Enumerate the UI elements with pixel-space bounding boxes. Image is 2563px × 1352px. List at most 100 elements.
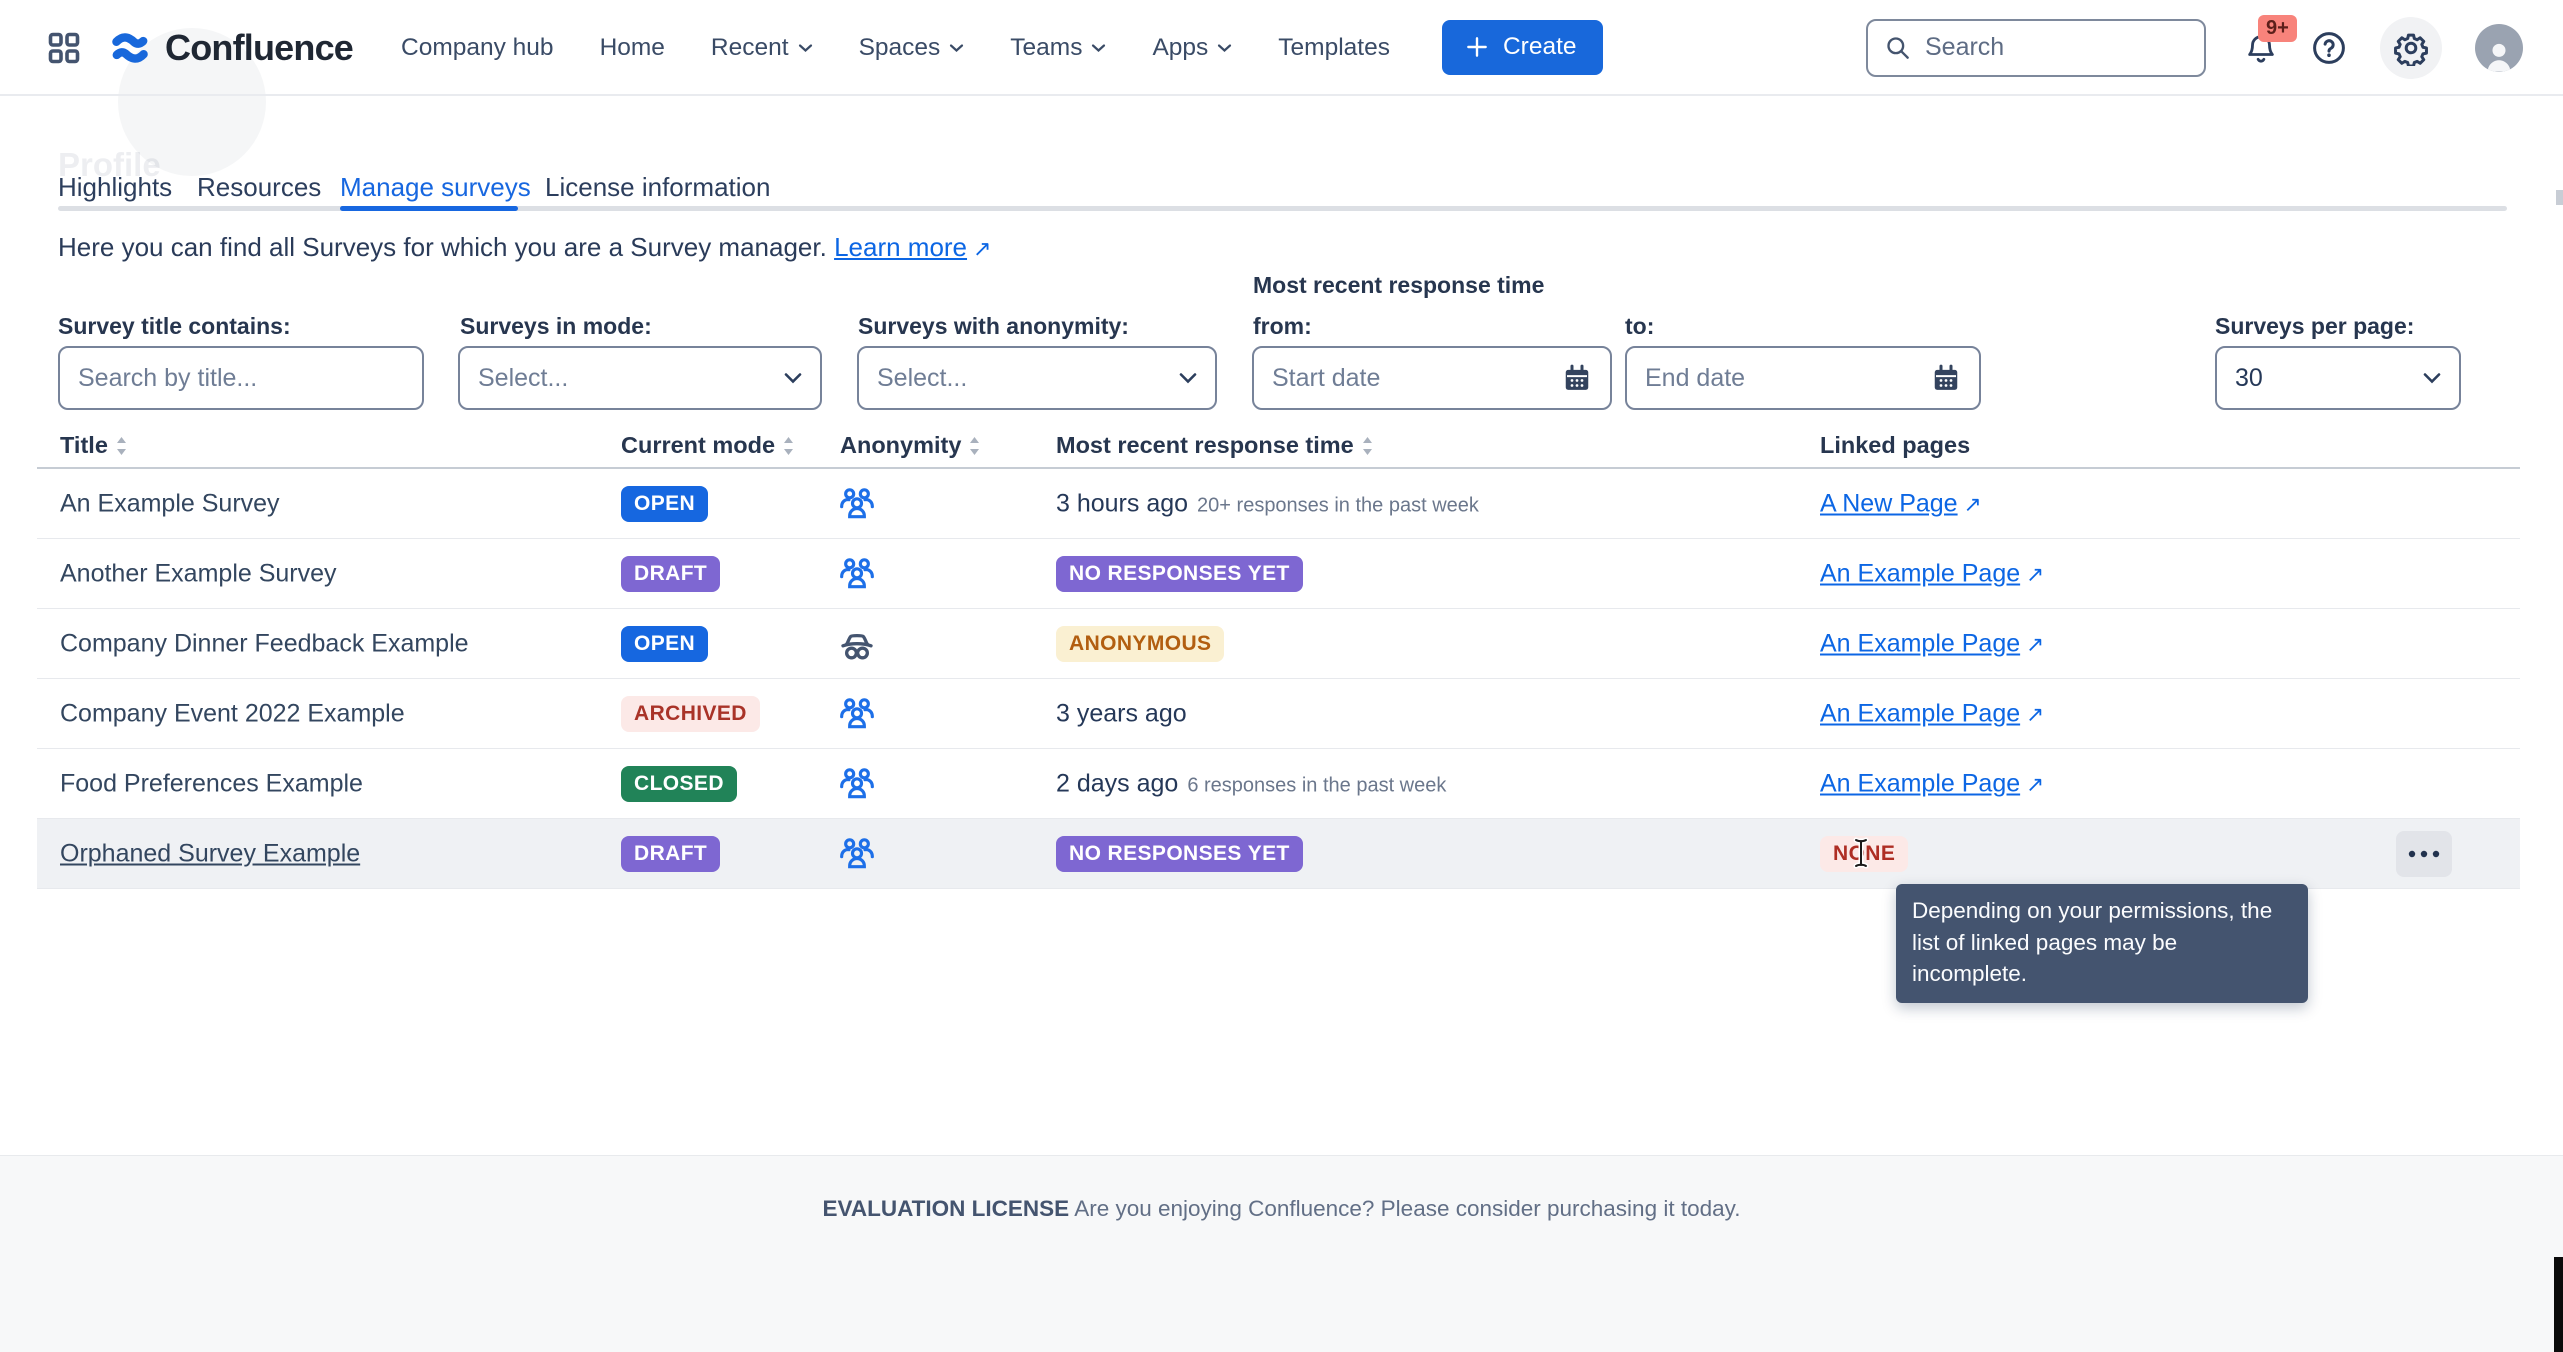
app-switcher-icon[interactable] <box>46 30 82 66</box>
chevron-down-icon <box>798 43 813 53</box>
top-navigation: Confluence Company hub Home Recent Space… <box>0 0 2563 95</box>
nav-item-recent[interactable]: Recent <box>711 34 813 62</box>
group-anonymity-icon <box>837 694 877 734</box>
create-button[interactable]: Create <box>1442 20 1603 75</box>
learn-more-link[interactable]: Learn more <box>834 232 967 262</box>
recent-response-detail: 6 responses in the past week <box>1187 774 1446 796</box>
chevron-down-icon <box>784 372 802 384</box>
user-avatar[interactable] <box>2475 24 2523 72</box>
table-row: Food Preferences Example CLOSED 2 days a… <box>37 749 2520 819</box>
calendar-icon[interactable] <box>1931 363 1961 393</box>
tab-license-information[interactable]: License information <box>545 172 770 203</box>
survey-title[interactable]: Orphaned Survey Example <box>60 839 360 868</box>
nav-item-spaces[interactable]: Spaces <box>859 34 965 62</box>
search-placeholder: Search <box>1925 33 2004 62</box>
linked-page-link[interactable]: A New Page <box>1820 489 1958 517</box>
filter-title-label: Survey title contains: <box>58 313 291 340</box>
settings-button[interactable] <box>2380 17 2442 79</box>
external-link-icon: ↗ <box>2026 632 2044 657</box>
table-row: Company Dinner Feedback Example OPEN ANO… <box>37 609 2520 679</box>
notification-count-badge: 9+ <box>2258 15 2297 42</box>
survey-title[interactable]: Company Dinner Feedback Example <box>60 629 469 658</box>
anonymous-badge: ANONYMOUS <box>1056 625 1224 661</box>
filter-recent-group-label: Most recent response time <box>1253 272 1544 299</box>
notifications-button[interactable]: 9+ <box>2244 31 2278 65</box>
mode-badge: ARCHIVED <box>621 695 760 731</box>
confluence-logo-icon <box>108 26 152 70</box>
utility-icons: 9+ <box>2244 17 2523 79</box>
filter-anonymity-select[interactable]: Select... <box>857 346 1217 410</box>
nav-item-templates[interactable]: Templates <box>1278 34 1390 62</box>
linked-page-link[interactable]: An Example Page <box>1820 699 2020 727</box>
recent-response-time: 2 days ago <box>1056 769 1178 797</box>
license-label: EVALUATION LICENSE <box>823 1196 1070 1221</box>
filter-anonymity-label: Surveys with anonymity: <box>858 313 1129 340</box>
tab-highlights[interactable]: Highlights <box>58 172 172 203</box>
external-link-icon: ↗ <box>2026 562 2044 587</box>
page-description: Here you can find all Surveys for which … <box>58 232 992 263</box>
nav-menu: Company hub Home Recent Spaces Teams App… <box>401 34 1390 62</box>
incognito-anonymity-icon <box>837 624 877 664</box>
filter-per-page-select[interactable]: 30 <box>2215 346 2461 410</box>
recent-response-time: 3 years ago <box>1056 699 1187 727</box>
column-header-anonymity[interactable]: Anonymity <box>840 432 981 459</box>
scrollbar-thumb[interactable] <box>2556 190 2563 205</box>
mode-badge: DRAFT <box>621 555 720 591</box>
row-actions-button[interactable] <box>2396 831 2452 877</box>
chevron-down-icon <box>1091 43 1106 53</box>
footer: EVALUATION LICENSE Are you enjoying Conf… <box>0 1155 2563 1352</box>
filter-title-input[interactable]: Search by title... <box>58 346 424 410</box>
confluence-page: Profile Confluence Company hub Home Rece… <box>0 0 2563 1352</box>
chevron-down-icon <box>2423 372 2441 384</box>
external-link-icon: ↗ <box>973 236 992 262</box>
nav-item-teams[interactable]: Teams <box>1010 34 1106 62</box>
search-icon <box>1884 34 1911 61</box>
logo-wordmark: Confluence <box>165 27 353 69</box>
external-link-icon: ↗ <box>2026 702 2044 727</box>
plus-icon <box>1464 34 1490 60</box>
help-button[interactable] <box>2311 30 2347 66</box>
recent-response-detail: 20+ responses in the past week <box>1197 494 1479 516</box>
linked-page-link[interactable]: An Example Page <box>1820 559 2020 587</box>
table-row: Another Example Survey DRAFT NO RESPONSE… <box>37 539 2520 609</box>
no-responses-badge: NO RESPONSES YET <box>1056 555 1303 591</box>
survey-title[interactable]: Food Preferences Example <box>60 769 363 798</box>
active-tab-indicator <box>340 206 518 211</box>
mode-badge: OPEN <box>621 485 708 521</box>
column-header-current-mode[interactable]: Current mode <box>621 432 795 459</box>
nav-item-home[interactable]: Home <box>600 34 665 62</box>
group-anonymity-icon <box>837 554 877 594</box>
confluence-logo[interactable]: Confluence <box>108 26 353 70</box>
linked-page-link[interactable]: An Example Page <box>1820 629 2020 657</box>
tab-resources[interactable]: Resources <box>197 172 321 203</box>
external-link-icon: ↗ <box>1964 492 1982 517</box>
text-cursor <box>1851 836 1871 870</box>
survey-title[interactable]: Another Example Survey <box>60 559 337 588</box>
column-header-recent-response[interactable]: Most recent response time <box>1056 432 1374 459</box>
filter-mode-select[interactable]: Select... <box>458 346 822 410</box>
nav-item-company-hub[interactable]: Company hub <box>401 34 554 62</box>
survey-title[interactable]: An Example Survey <box>60 489 280 518</box>
person-icon <box>2482 40 2516 72</box>
chevron-down-icon <box>949 43 964 53</box>
sort-icon <box>782 436 795 456</box>
nav-item-apps[interactable]: Apps <box>1152 34 1232 62</box>
gear-icon <box>2393 30 2429 66</box>
filter-from-date-input[interactable]: Start date <box>1252 346 1612 410</box>
filter-from-label: from: <box>1253 313 1312 340</box>
filter-to-label: to: <box>1625 313 1654 340</box>
survey-title[interactable]: Company Event 2022 Example <box>60 699 405 728</box>
calendar-icon[interactable] <box>1562 363 1592 393</box>
search-input[interactable]: Search <box>1866 19 2206 77</box>
scrollbar-dark-segment[interactable] <box>2554 1257 2563 1352</box>
sort-icon <box>968 436 981 456</box>
tab-manage-surveys[interactable]: Manage surveys <box>340 172 531 203</box>
filter-to-date-input[interactable]: End date <box>1625 346 1981 410</box>
surveys-table: An Example Survey OPEN 3 hours ago20+ re… <box>37 469 2520 889</box>
chevron-down-icon <box>1179 372 1197 384</box>
sort-icon <box>115 436 128 456</box>
column-header-title[interactable]: Title <box>60 432 128 459</box>
linked-page-link[interactable]: An Example Page <box>1820 769 2020 797</box>
linked-pages-tooltip: Depending on your permissions, the list … <box>1896 884 2308 1003</box>
column-header-linked-pages: Linked pages <box>1820 432 1970 459</box>
